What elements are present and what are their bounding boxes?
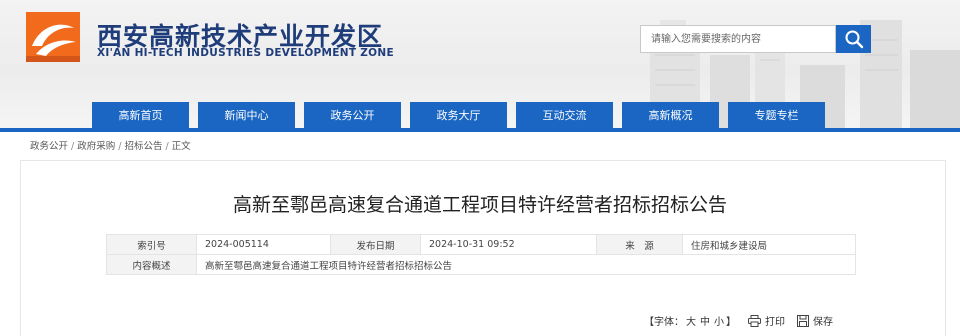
search-input[interactable]: [640, 25, 836, 53]
article-meta-table: 索引号 2024-005114 发布日期 2024-10-31 09:52 来 …: [106, 234, 856, 275]
breadcrumb-gov-affairs[interactable]: 政务公开: [30, 141, 68, 152]
source-label: 来 源: [596, 234, 683, 255]
nav-item-interaction[interactable]: 互动交流: [516, 102, 613, 130]
nav-item-topics[interactable]: 专题专栏: [728, 102, 825, 130]
breadcrumb-current: 正文: [171, 141, 191, 152]
breadcrumb-tender-notice[interactable]: 招标公告: [124, 141, 162, 152]
meta-row: 索引号 2024-005114 发布日期 2024-10-31 09:52 来 …: [106, 234, 856, 255]
summary-value: 高新至鄠邑高速复合通道工程项目特许经营者招标招标公告: [196, 254, 856, 275]
breadcrumb: 政务公开 / 政府采购 / 招标公告 / 正文: [30, 138, 191, 152]
printer-icon: [748, 314, 761, 327]
summary-label: 内容概述: [106, 254, 197, 275]
search-icon: [845, 30, 863, 49]
nav-item-news[interactable]: 新闻中心: [198, 102, 295, 130]
site-logo[interactable]: [26, 12, 80, 62]
font-size-large-button[interactable]: 大: [684, 313, 698, 328]
print-button[interactable]: 打印: [748, 313, 785, 328]
print-label: 打印: [765, 317, 785, 328]
breadcrumb-separator: /: [165, 141, 169, 152]
source-value: 住房和城乡建设局: [682, 234, 856, 255]
date-label: 发布日期: [330, 234, 421, 255]
site-name-english: XI'AN HI-TECH INDUSTRIES DEVELOPMENT ZON…: [97, 47, 394, 59]
search-box: [640, 25, 871, 53]
meta-row: 内容概述 高新至鄠邑高速复合通道工程项目特许经营者招标招标公告: [106, 254, 856, 275]
article-tools: 【字体： 大 中 小 】 打印 保存: [644, 313, 833, 328]
nav-underline-bar: [0, 128, 960, 132]
nav-item-service-hall[interactable]: 政务大厅: [410, 102, 507, 130]
search-button[interactable]: [836, 25, 871, 53]
font-size-medium-button[interactable]: 中: [698, 313, 712, 328]
nav-item-overview[interactable]: 高新概况: [622, 102, 719, 130]
breadcrumb-procurement[interactable]: 政府采购: [77, 141, 115, 152]
breadcrumb-separator: /: [71, 141, 75, 152]
article-title: 高新至鄠邑高速复合通道工程项目特许经营者招标招标公告: [232, 194, 727, 216]
main-nav: 高新首页 新闻中心 政务公开 政务大厅 互动交流 高新概况 专题专栏: [0, 102, 960, 130]
font-size-suffix: 】: [726, 317, 736, 328]
save-icon: [797, 314, 809, 327]
save-button[interactable]: 保存: [797, 313, 833, 328]
nav-item-gov-affairs[interactable]: 政务公开: [304, 102, 401, 130]
index-label: 索引号: [106, 234, 197, 255]
nav-item-home[interactable]: 高新首页: [92, 102, 189, 130]
font-size-small-button[interactable]: 小: [712, 313, 726, 328]
index-value: 2024-005114: [196, 234, 331, 255]
date-value: 2024-10-31 09:52: [420, 234, 597, 255]
save-label: 保存: [813, 317, 833, 328]
font-size-prefix: 【字体：: [644, 317, 684, 328]
site-header: 西安高新技术产业开发区 XI'AN HI-TECH INDUSTRIES DEV…: [0, 0, 960, 130]
